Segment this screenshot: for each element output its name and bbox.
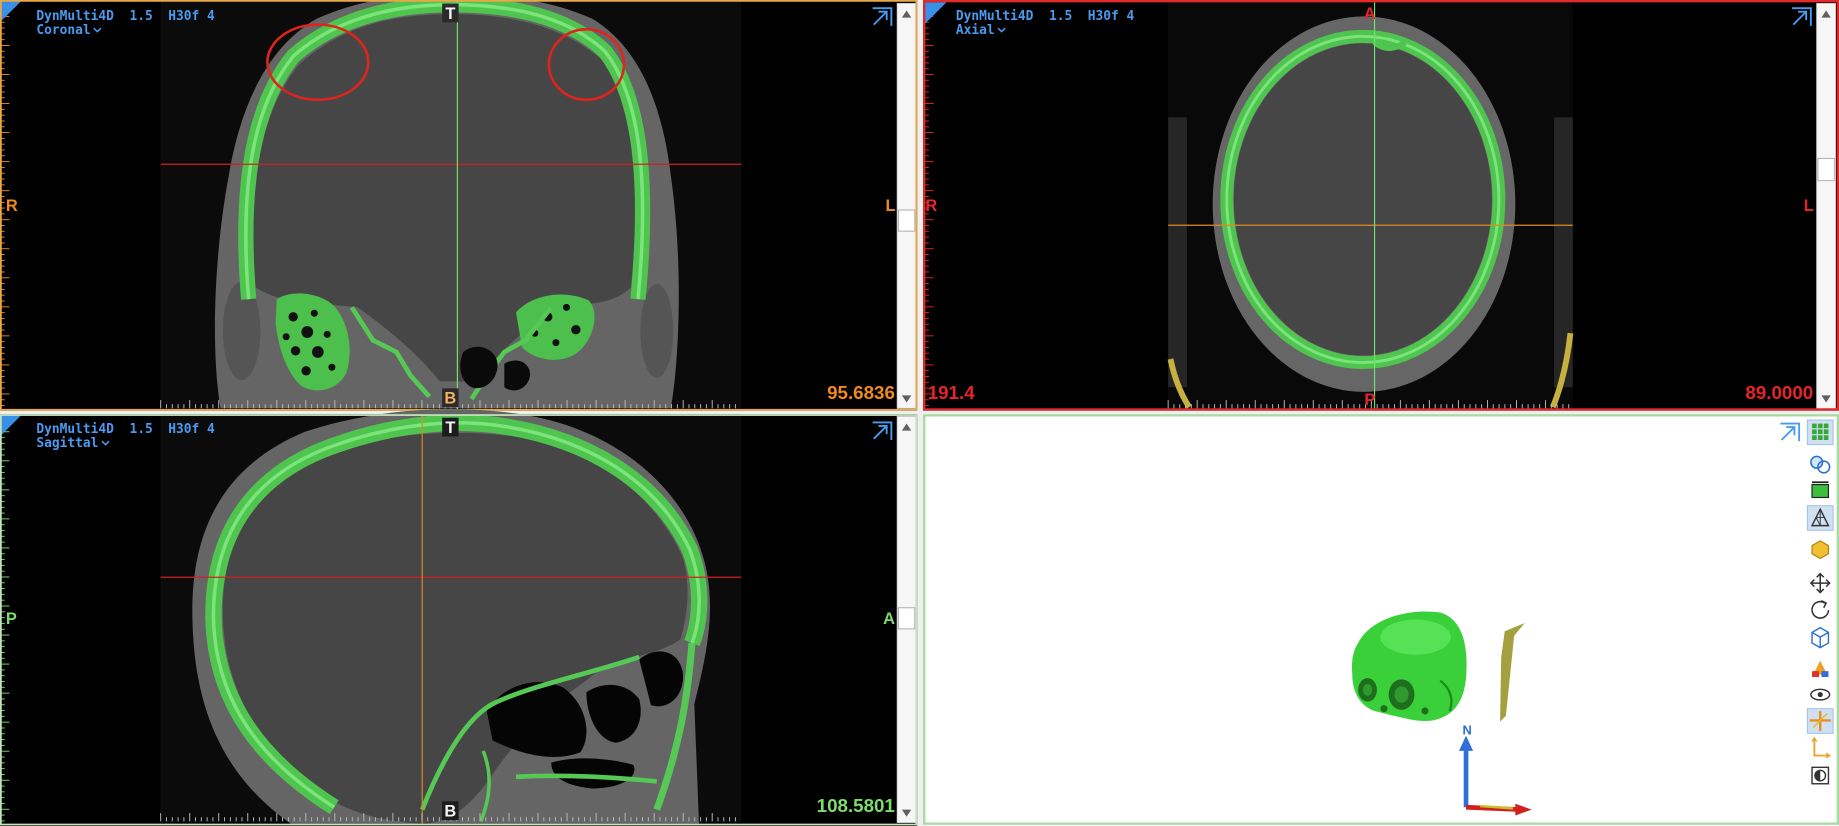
- frame-icon[interactable]: [1807, 479, 1833, 504]
- volume-pane: N: [923, 414, 1839, 826]
- contrast-icon[interactable]: [1807, 763, 1833, 788]
- scroll-thumb[interactable]: [897, 209, 916, 232]
- cube-icon[interactable]: [1807, 625, 1833, 650]
- axes-icon[interactable]: [1806, 708, 1834, 734]
- vertical-scrollbar[interactable]: [1816, 3, 1836, 409]
- layers-icon[interactable]: [1807, 452, 1833, 477]
- axis-label: N: [1463, 722, 1472, 737]
- color-map-icon[interactable]: [1807, 657, 1833, 682]
- orientation-top: T: [445, 419, 455, 437]
- window-value: 191.4: [928, 382, 975, 403]
- slice-position-value: 89.0000: [1745, 382, 1813, 403]
- orientation-left: P: [6, 610, 17, 628]
- scroll-thumb[interactable]: [1817, 157, 1835, 182]
- orientation-bottom: B: [444, 390, 456, 408]
- orientation-bottom: P: [1364, 391, 1375, 409]
- orientation-bottom: B: [444, 803, 456, 821]
- orientation-right: L: [1804, 197, 1814, 215]
- view-selector[interactable]: Sagittal: [36, 436, 110, 451]
- volume-viewport[interactable]: [923, 414, 1839, 826]
- grid-icon[interactable]: [1806, 419, 1834, 446]
- volume-toolbar: [1806, 419, 1834, 788]
- orientation-right: A: [883, 610, 895, 628]
- view-name: Coronal: [36, 23, 90, 38]
- surface-icon[interactable]: [1807, 537, 1833, 562]
- pan-icon[interactable]: [1807, 571, 1833, 596]
- orientation-top: T: [445, 5, 455, 23]
- headrest-left: [1168, 117, 1187, 388]
- orientation-top: A: [1364, 5, 1376, 23]
- vertical-scrollbar[interactable]: [896, 416, 917, 823]
- series-header: DynMulti4D 1.5 H30f 4: [956, 9, 1135, 24]
- coronal-pane: DynMulti4D 1.5 H30f 4 Coronal T B R L 95…: [0, 0, 918, 411]
- orientation-right: L: [885, 197, 895, 215]
- mpr-viewer: DynMulti4D 1.5 H30f 4 Coronal T B R L 95…: [0, 0, 1839, 826]
- axial-brain: [1233, 43, 1492, 356]
- scroll-thumb[interactable]: [897, 607, 916, 630]
- orientation-axes-icon[interactable]: [1807, 736, 1833, 761]
- vertical-scrollbar[interactable]: [896, 3, 917, 409]
- wireframe-icon[interactable]: [1806, 505, 1834, 531]
- series-header: DynMulti4D 1.5 H30f 4: [36, 9, 215, 24]
- slice-position-value: 108.5801: [817, 795, 895, 816]
- sagittal-pane: DynMulti4D 1.5 H30f 4 Sagittal T B P A 1…: [0, 409, 918, 826]
- eye-icon[interactable]: [1807, 683, 1833, 708]
- axial-pane: DynMulti4D 1.5 H30f 4 Axial A P R L 191.…: [923, 0, 1839, 411]
- view-name: Axial: [956, 23, 995, 38]
- orientation-left: R: [6, 197, 18, 215]
- orientation-left: R: [925, 197, 937, 215]
- rotate-icon[interactable]: [1807, 598, 1833, 623]
- slice-position-value: 95.6836: [827, 382, 895, 403]
- series-header: DynMulti4D 1.5 H30f 4: [36, 422, 215, 437]
- view-name: Sagittal: [36, 436, 98, 451]
